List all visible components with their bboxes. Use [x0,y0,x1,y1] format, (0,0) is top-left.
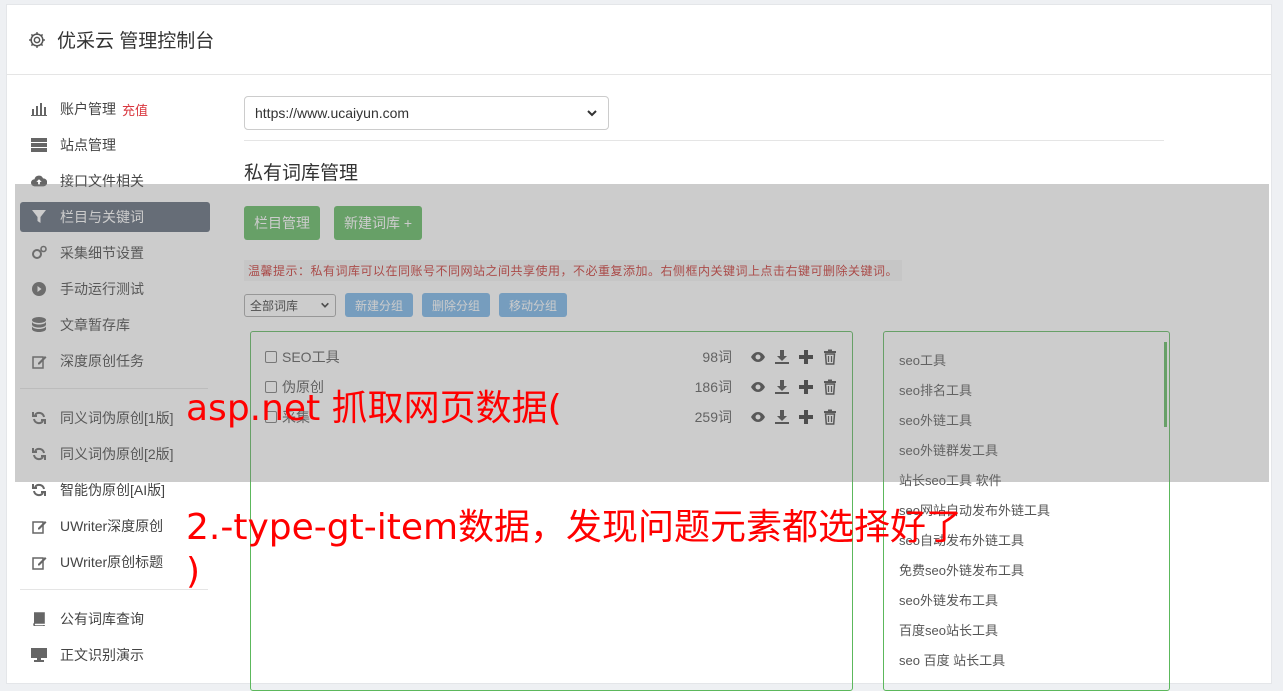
scrollbar[interactable] [1164,342,1167,427]
columns-manage-button[interactable]: 栏目管理 [244,206,320,240]
eye-icon[interactable] [750,379,766,395]
sidebar-item-article-store[interactable]: 文章暂存库 [20,310,210,340]
filter-icon [31,209,47,225]
eye-icon[interactable] [750,409,766,425]
refresh-icon [31,446,47,462]
sidebar-item-label: 正文识别演示 [60,647,144,663]
sidebar-item-collect-settings[interactable]: 采集细节设置 [20,238,210,268]
sidebar-item-synonym-v1[interactable]: 同义词伪原创[1版] [20,403,210,433]
site-select-value: https://www.ucaiyun.com [255,105,410,121]
divider [244,140,1164,141]
sidebar-item-label: 文章暂存库 [60,317,130,333]
overlay-caption-line2: 2.-type-gt-item数据，发现问题元素都选择好了 ) [186,506,1116,594]
lexicon-toolbar: 全部词库 新建分组 删除分组 移动分组 [244,293,568,317]
server-icon [31,137,47,153]
play-circle-icon [31,281,47,297]
sidebar-item-interface-files[interactable]: 接口文件相关 [20,166,210,196]
lexicon-count: 98词 [702,349,732,365]
header: 优采云 管理控制台 [7,5,1271,75]
edit-icon [31,518,47,534]
sidebar-item-account[interactable]: 账户管理 充值 [20,94,210,124]
sidebar-item-synonym-v2[interactable]: 同义词伪原创[2版] [20,439,210,469]
sidebar-item-manual-run[interactable]: 手动运行测试 [20,274,210,304]
delete-group-button[interactable]: 删除分组 [422,293,491,317]
sidebar-item-sites[interactable]: 站点管理 [20,130,210,160]
sidebar-item-label: 深度原创任务 [60,353,144,369]
cloud-upload-icon [31,173,47,189]
new-group-button[interactable]: 新建分组 [345,293,414,317]
plus-icon[interactable] [798,409,814,425]
sidebar-item-label: 公有词库查询 [60,611,144,627]
keyword-item[interactable]: seo外链群发工具 [899,434,1154,464]
trash-icon[interactable] [822,379,838,395]
trash-icon[interactable] [822,409,838,425]
sidebar-item-deep-original[interactable]: 深度原创任务 [20,346,210,376]
page-title: 私有词库管理 [244,163,359,184]
list-item[interactable]: SEO工具 98词 [265,342,838,372]
lexicon-checkbox[interactable] [265,351,277,363]
trash-icon[interactable] [822,349,838,365]
gears-icon [31,245,47,261]
keyword-item[interactable]: seo外链工具 [899,404,1154,434]
action-buttons: 栏目管理 新建词库 + [244,206,423,240]
lexicon-count: 186词 [694,379,732,395]
chevron-down-icon [587,110,597,117]
new-lexicon-button[interactable]: 新建词库 + [334,206,423,240]
recharge-link[interactable]: 充值 [122,100,148,119]
sidebar-item-uwriter-title[interactable]: UWriter原创标题 [20,547,210,577]
download-icon[interactable] [774,349,790,365]
sidebar-item-label: 站点管理 [60,137,116,153]
sidebar-item-label: 同义词伪原创[2版] [60,446,174,462]
overlay-caption-line1: asp.net 抓取网页数据( [186,388,562,429]
sidebar-divider [20,589,208,590]
sidebar-item-label: 接口文件相关 [60,173,144,189]
refresh-icon [31,410,47,426]
sidebar-divider [20,388,208,389]
bar-chart-icon [31,101,47,117]
sidebar-item-label: 账户管理 [60,101,116,117]
keyword-item[interactable]: 百度seo站长工具 [899,614,1154,644]
keyword-item[interactable]: seo工具 [899,344,1154,374]
overlay-caption-text: ) [186,551,201,592]
eye-icon[interactable] [750,349,766,365]
sidebar-item-ai-rewrite[interactable]: 智能伪原创[AI版] [20,475,210,505]
tip-text: 温馨提示：私有词库可以在同账号不同网站之间共享使用，不必重复添加。右侧框内关键词… [244,260,903,281]
keyword-item[interactable]: seo 百度 站长工具 [899,644,1154,674]
refresh-icon [31,482,47,498]
site-select[interactable]: https://www.ucaiyun.com [244,96,609,130]
download-icon[interactable] [774,409,790,425]
sidebar-item-label: 同义词伪原创[1版] [60,410,174,426]
sidebar-item-public-lexicon[interactable]: 公有词库查询 [20,604,210,634]
plus-icon[interactable] [798,379,814,395]
main-content: https://www.ucaiyun.com 私有词库管理 栏目管理 新建词库… [244,96,1170,691]
sidebar-item-label: 智能伪原创[AI版] [60,482,166,498]
gear-icon [29,31,45,48]
app-title: 优采云 管理控制台 [57,31,215,52]
chevron-down-icon [321,302,329,308]
sidebar-item-label: UWriter原创标题 [60,554,164,570]
plus-icon[interactable] [798,349,814,365]
sidebar-item-label: 手动运行测试 [60,281,144,297]
sidebar-item-label: 栏目与关键词 [60,209,144,225]
keyword-item[interactable]: seo排名工具 [899,374,1154,404]
edit-icon [31,353,47,369]
lexicon-name: SEO工具 [282,349,340,365]
sidebar: 账户管理 充值 站点管理 接口文件相关 栏目与关键词 采集细节设置 手动运行测试… [20,94,210,676]
sidebar-item-uwriter-deep[interactable]: UWriter深度原创 [20,511,210,541]
keyword-item[interactable]: 站长seo工具 软件 [899,464,1154,494]
sidebar-item-body-recognition[interactable]: 正文识别演示 [20,640,210,670]
sidebar-item-label: UWriter深度原创 [60,518,164,534]
overlay-caption-text: 2.-type-gt-item数据，发现问题元素都选择好了 [186,507,963,548]
book-icon [31,611,47,627]
sidebar-item-columns-keywords[interactable]: 栏目与关键词 [20,202,210,232]
lexicon-filter-value: 全部词库 [250,298,299,313]
lexicon-count: 259词 [694,409,732,425]
download-icon[interactable] [774,379,790,395]
monitor-icon [31,647,47,663]
move-group-button[interactable]: 移动分组 [499,293,568,317]
lexicon-filter-select[interactable]: 全部词库 [244,293,336,317]
database-icon [31,317,47,333]
sidebar-item-label: 采集细节设置 [60,245,144,261]
edit-icon [31,554,47,570]
